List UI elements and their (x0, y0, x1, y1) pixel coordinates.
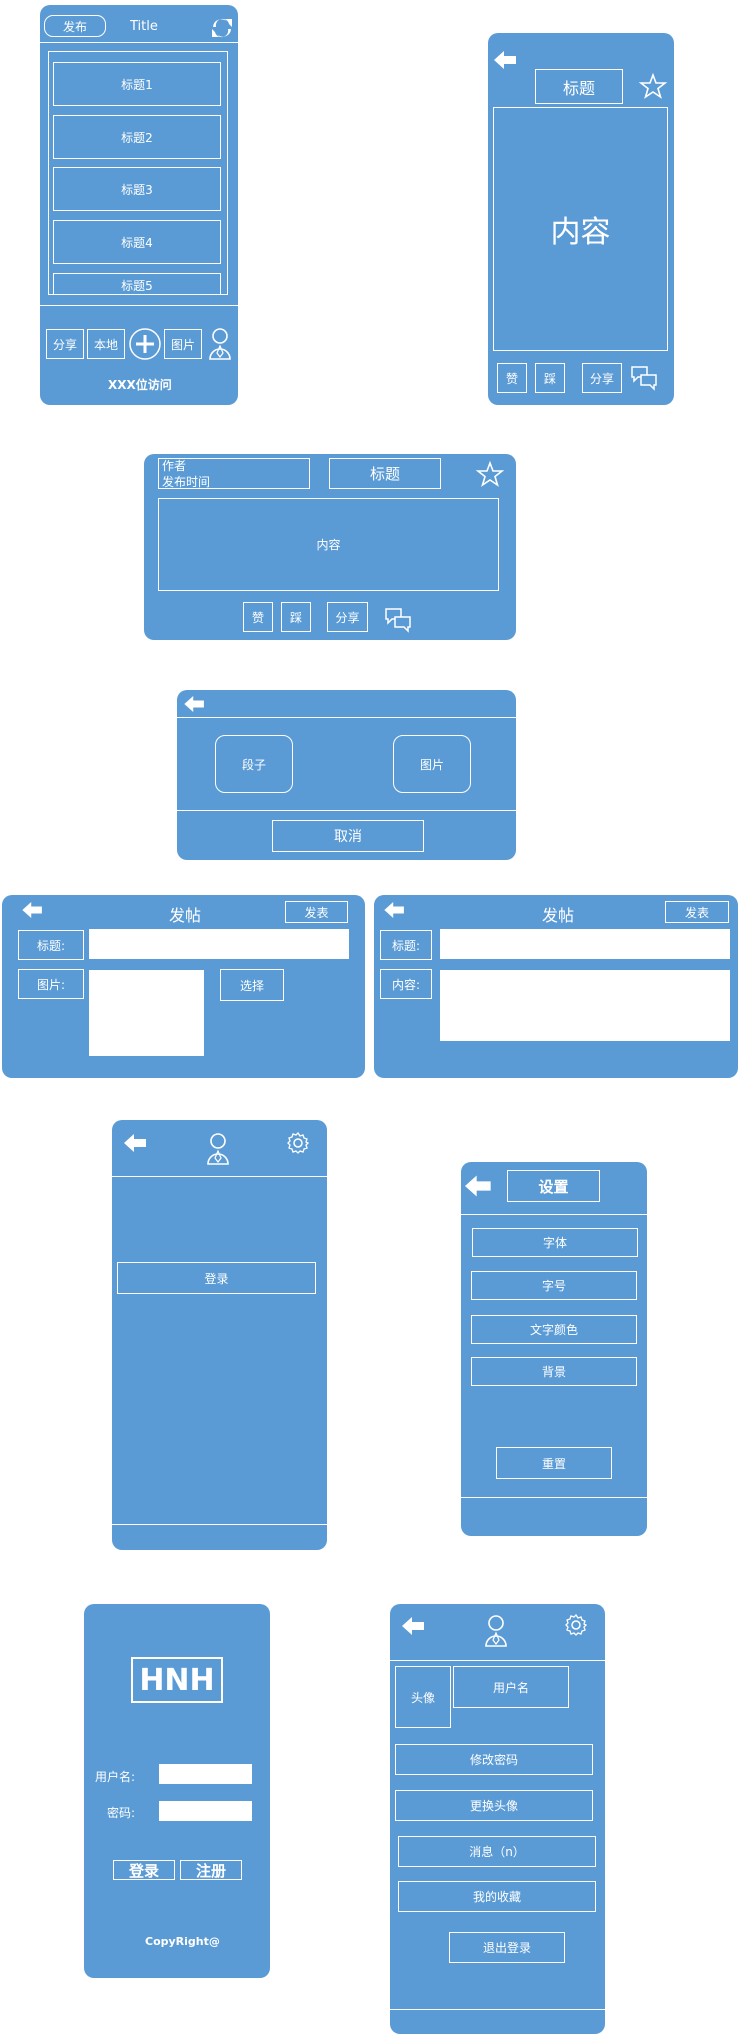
settings-item-text-color[interactable]: 文字颜色 (471, 1315, 637, 1344)
user-icon[interactable] (206, 1132, 230, 1166)
messages-button[interactable]: 消息（n） (398, 1836, 596, 1867)
detail-title: 标题 (535, 69, 623, 104)
password-label: 密码: (107, 1806, 136, 1820)
like-button[interactable]: 赞 (243, 602, 273, 632)
user-icon[interactable] (208, 327, 232, 361)
list-item[interactable]: 标题4 (53, 220, 221, 264)
settings-item-font[interactable]: 字体 (472, 1228, 638, 1257)
visit-count: XXX位访问 (108, 378, 172, 392)
content-textarea[interactable] (440, 970, 730, 1041)
image-button[interactable]: 图片 (164, 329, 202, 359)
comment-icon[interactable] (630, 364, 658, 392)
user-icon[interactable] (484, 1614, 508, 1648)
list-item[interactable]: 标题1 (53, 62, 221, 106)
logout-button[interactable]: 退出登录 (449, 1932, 565, 1963)
post-title: 发帖 (542, 906, 575, 925)
submit-button[interactable]: 发表 (665, 901, 729, 923)
favorite-star-icon[interactable] (638, 72, 668, 99)
register-button[interactable]: 注册 (180, 1860, 242, 1880)
title-input[interactable] (89, 929, 349, 959)
header-divider (390, 1660, 605, 1661)
image-label: 图片: (18, 969, 84, 999)
back-arrow-icon[interactable] (465, 1175, 493, 1197)
footer-divider (177, 810, 516, 811)
back-arrow-icon[interactable] (22, 902, 44, 918)
dislike-button[interactable]: 踩 (535, 363, 565, 393)
share-button[interactable]: 分享 (582, 363, 622, 393)
password-input[interactable] (159, 1801, 252, 1821)
joke-option-button[interactable]: 段子 (215, 735, 293, 793)
content-label: 内容: (380, 969, 432, 999)
title-input[interactable] (440, 929, 730, 959)
publish-time-label: 发布时间 (162, 475, 211, 489)
refresh-icon[interactable] (210, 17, 234, 39)
add-icon[interactable] (128, 327, 162, 361)
back-arrow-icon[interactable] (402, 1617, 426, 1635)
avatar[interactable]: 头像 (395, 1666, 451, 1728)
dislike-button[interactable]: 踩 (281, 602, 311, 632)
detail-content: 内容 (493, 107, 668, 351)
list-item[interactable]: 标题3 (53, 167, 221, 211)
screen-list: 发布 Title 标题1 标题2 标题3 标题4 标题5 分享 本地 图片 XX… (40, 5, 238, 405)
screen-settings: 设置 字体 字号 文字颜色 背景 重置 (461, 1162, 647, 1536)
bottom-divider (40, 305, 238, 306)
back-arrow-icon[interactable] (184, 696, 206, 712)
app-title: Title (130, 19, 158, 34)
username-label: 用户名: (95, 1770, 136, 1784)
login-button[interactable]: 登录 (117, 1262, 316, 1294)
screen-post-image: 发帖 发表 标题: 图片: 选择 (2, 895, 365, 1078)
favorite-star-icon[interactable] (475, 460, 505, 487)
image-option-button[interactable]: 图片 (393, 735, 471, 793)
screen-detail-landscape: 作者 发布时间 标题 内容 赞 踩 分享 (144, 454, 516, 640)
reset-button[interactable]: 重置 (496, 1447, 612, 1479)
title-label: 标题: (380, 930, 432, 960)
cancel-button[interactable]: 取消 (272, 820, 424, 852)
header-divider (461, 1214, 647, 1215)
image-preview (89, 970, 204, 1056)
change-password-button[interactable]: 修改密码 (395, 1744, 593, 1775)
back-arrow-icon[interactable] (384, 902, 406, 918)
screen-login: HNH 用户名: 密码: 登录 注册 CopyRight@ (84, 1604, 270, 1978)
settings-title: 设置 (507, 1170, 600, 1202)
screen-profile-logged-out: 登录 (112, 1120, 327, 1550)
screen-post-type-dialog: 段子 图片 取消 (177, 690, 516, 860)
detail-content: 内容 (158, 498, 499, 591)
app-logo: HNH (131, 1657, 223, 1703)
detail-title: 标题 (329, 458, 441, 489)
footer-divider (390, 2009, 605, 2010)
choose-image-button[interactable]: 选择 (220, 969, 284, 1001)
footer-divider (112, 1524, 327, 1525)
share-button[interactable]: 分享 (327, 602, 368, 632)
list-item[interactable]: 标题2 (53, 115, 221, 159)
username-input[interactable] (159, 1764, 252, 1784)
back-arrow-icon[interactable] (494, 51, 518, 69)
back-arrow-icon[interactable] (124, 1134, 148, 1152)
share-button[interactable]: 分享 (46, 329, 84, 359)
header-divider (40, 42, 238, 43)
local-button[interactable]: 本地 (87, 329, 125, 359)
change-avatar-button[interactable]: 更换头像 (395, 1790, 593, 1821)
post-title: 发帖 (169, 906, 202, 925)
header-divider (177, 717, 516, 718)
my-favorites-button[interactable]: 我的收藏 (398, 1881, 596, 1912)
settings-item-font-size[interactable]: 字号 (471, 1271, 637, 1300)
footer-divider (461, 1497, 647, 1498)
author-label: 作者 (162, 459, 187, 473)
header-divider (112, 1176, 327, 1177)
username-display: 用户名 (453, 1666, 569, 1708)
gear-icon[interactable] (565, 1613, 588, 1636)
comment-icon[interactable] (384, 606, 412, 634)
list-item[interactable]: 标题5 (53, 273, 221, 295)
screen-post-text: 发帖 发表 标题: 内容: (374, 895, 738, 1078)
login-button[interactable]: 登录 (113, 1860, 175, 1880)
screen-profile-logged-in: 头像 用户名 修改密码 更换头像 消息（n） 我的收藏 退出登录 (390, 1604, 605, 2034)
screen-detail: 标题 内容 赞 踩 分享 (488, 33, 674, 405)
publish-button[interactable]: 发布 (44, 15, 106, 37)
submit-button[interactable]: 发表 (285, 901, 348, 923)
gear-icon[interactable] (287, 1131, 310, 1154)
like-button[interactable]: 赞 (497, 363, 527, 393)
title-label: 标题: (18, 930, 84, 960)
settings-item-background[interactable]: 背景 (471, 1357, 637, 1386)
copyright-text: CopyRight@ (145, 1935, 220, 1948)
